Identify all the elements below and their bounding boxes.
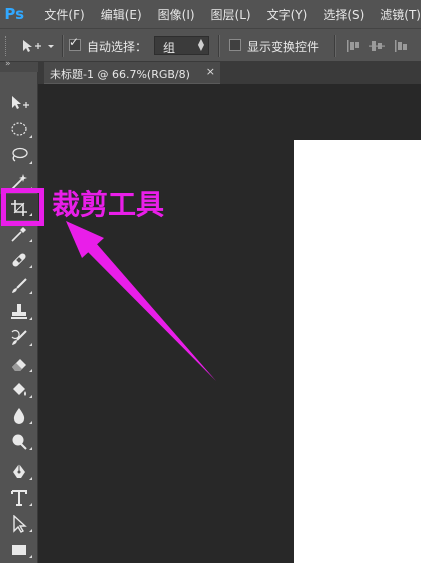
menu-edit[interactable]: 编辑(E)	[101, 6, 142, 23]
dodge-icon	[12, 434, 27, 450]
stamp-icon	[11, 304, 27, 319]
tool-group-indicator	[29, 529, 32, 532]
menu-layer[interactable]: 图层(L)	[211, 6, 251, 23]
lasso-icon	[12, 147, 28, 162]
droplet-icon	[13, 408, 25, 424]
dropdown-arrows-icon: ▲ ▼	[197, 37, 204, 52]
auto-select-target-dropdown[interactable]: 组 ▲ ▼	[154, 36, 209, 55]
paint-bucket-icon	[13, 383, 26, 396]
eyedropper-icon	[11, 227, 26, 242]
tool-group-indicator	[29, 239, 32, 242]
align-top-icon[interactable]	[345, 38, 361, 54]
paint-bucket-tool[interactable]	[0, 376, 38, 402]
tool-group-indicator	[29, 317, 32, 320]
tool-group-indicator	[29, 343, 32, 346]
direct-select-icon	[13, 515, 27, 533]
align-bottom-icon[interactable]	[393, 38, 409, 54]
annotation-label: 裁剪工具	[52, 188, 165, 221]
tool-group-indicator	[29, 503, 32, 506]
clone-stamp-tool[interactable]	[0, 298, 38, 324]
menu-select[interactable]: 选择(S)	[323, 6, 364, 23]
type-icon	[11, 490, 27, 506]
move-icon	[23, 40, 54, 52]
auto-select-checkbox[interactable]: ✓	[69, 35, 81, 51]
brush-icon	[12, 278, 27, 293]
blur-tool[interactable]	[0, 402, 38, 428]
marquee-tool[interactable]	[0, 116, 38, 142]
tool-group-indicator	[29, 477, 32, 480]
document-canvas[interactable]	[294, 140, 421, 563]
pen-icon	[13, 464, 25, 478]
tool-group-indicator	[29, 265, 32, 268]
close-icon[interactable]: ×	[206, 65, 215, 78]
show-transform-checkbox[interactable]	[229, 39, 241, 51]
eraser-tool[interactable]	[0, 350, 38, 376]
menu-image[interactable]: 图像(I)	[158, 6, 195, 23]
checkmark-icon: ✓	[69, 35, 80, 49]
move-tool[interactable]	[0, 90, 38, 116]
tool-group-indicator	[29, 161, 32, 164]
photoshop-logo: Ps	[4, 5, 25, 23]
menu-filter[interactable]: 滤镜(T)	[380, 6, 421, 23]
show-transform-label: 显示变换控件	[247, 40, 320, 54]
rectangle-icon	[12, 545, 26, 555]
options-bar: ✓ 自动选择： 组 ▲ ▼ 显示变换控件	[0, 28, 421, 62]
workspace	[38, 84, 421, 563]
tool-group-indicator	[29, 395, 32, 398]
type-tool[interactable]	[0, 484, 38, 510]
tool-group-indicator	[29, 447, 32, 450]
auto-select-target-value: 组	[163, 41, 176, 55]
pen-tool[interactable]	[0, 458, 38, 484]
lasso-tool[interactable]	[0, 142, 38, 168]
tool-group-indicator	[29, 421, 32, 424]
move-icon	[12, 96, 29, 109]
separator	[218, 35, 220, 57]
history-brush-icon	[11, 329, 27, 345]
brush-tool[interactable]	[0, 272, 38, 298]
history-brush-tool[interactable]	[0, 324, 38, 350]
document-tab-bar: 未标题-1 @ 66.7%(RGB/8) ×	[38, 62, 421, 84]
document-tab-title: 未标题-1 @ 66.7%(RGB/8)	[50, 68, 190, 81]
tool-preset-picker[interactable]	[20, 37, 58, 55]
tools-panel: »	[0, 59, 38, 563]
healing-brush-tool[interactable]	[0, 246, 38, 272]
menu-file[interactable]: 文件(F)	[44, 6, 84, 23]
ellipse-marquee-icon	[11, 122, 27, 136]
collapse-double-arrow-icon[interactable]: »	[5, 59, 10, 69]
eraser-icon	[12, 359, 26, 371]
align-vertical-center-icon[interactable]	[369, 38, 385, 54]
path-selection-tool[interactable]	[0, 510, 38, 536]
separator	[334, 35, 336, 57]
menu-bar: Ps 文件(F) 编辑(E) 图像(I) 图层(L) 文字(Y) 选择(S) 滤…	[0, 0, 421, 28]
tool-group-indicator	[29, 369, 32, 372]
tool-group-indicator	[29, 555, 32, 558]
crop-tool-highlight	[1, 188, 44, 226]
options-bar-grip[interactable]	[5, 36, 9, 56]
bandage-icon	[12, 253, 26, 267]
tools-panel-header[interactable]: »	[0, 59, 38, 72]
menu-type[interactable]: 文字(Y)	[267, 6, 308, 23]
tool-group-indicator	[29, 291, 32, 294]
tool-group-indicator	[29, 135, 32, 138]
dodge-tool[interactable]	[0, 428, 38, 454]
rectangle-tool[interactable]	[0, 536, 38, 562]
auto-select-label: 自动选择：	[87, 40, 148, 54]
document-tab[interactable]: 未标题-1 @ 66.7%(RGB/8) ×	[44, 62, 220, 84]
separator	[62, 35, 64, 57]
